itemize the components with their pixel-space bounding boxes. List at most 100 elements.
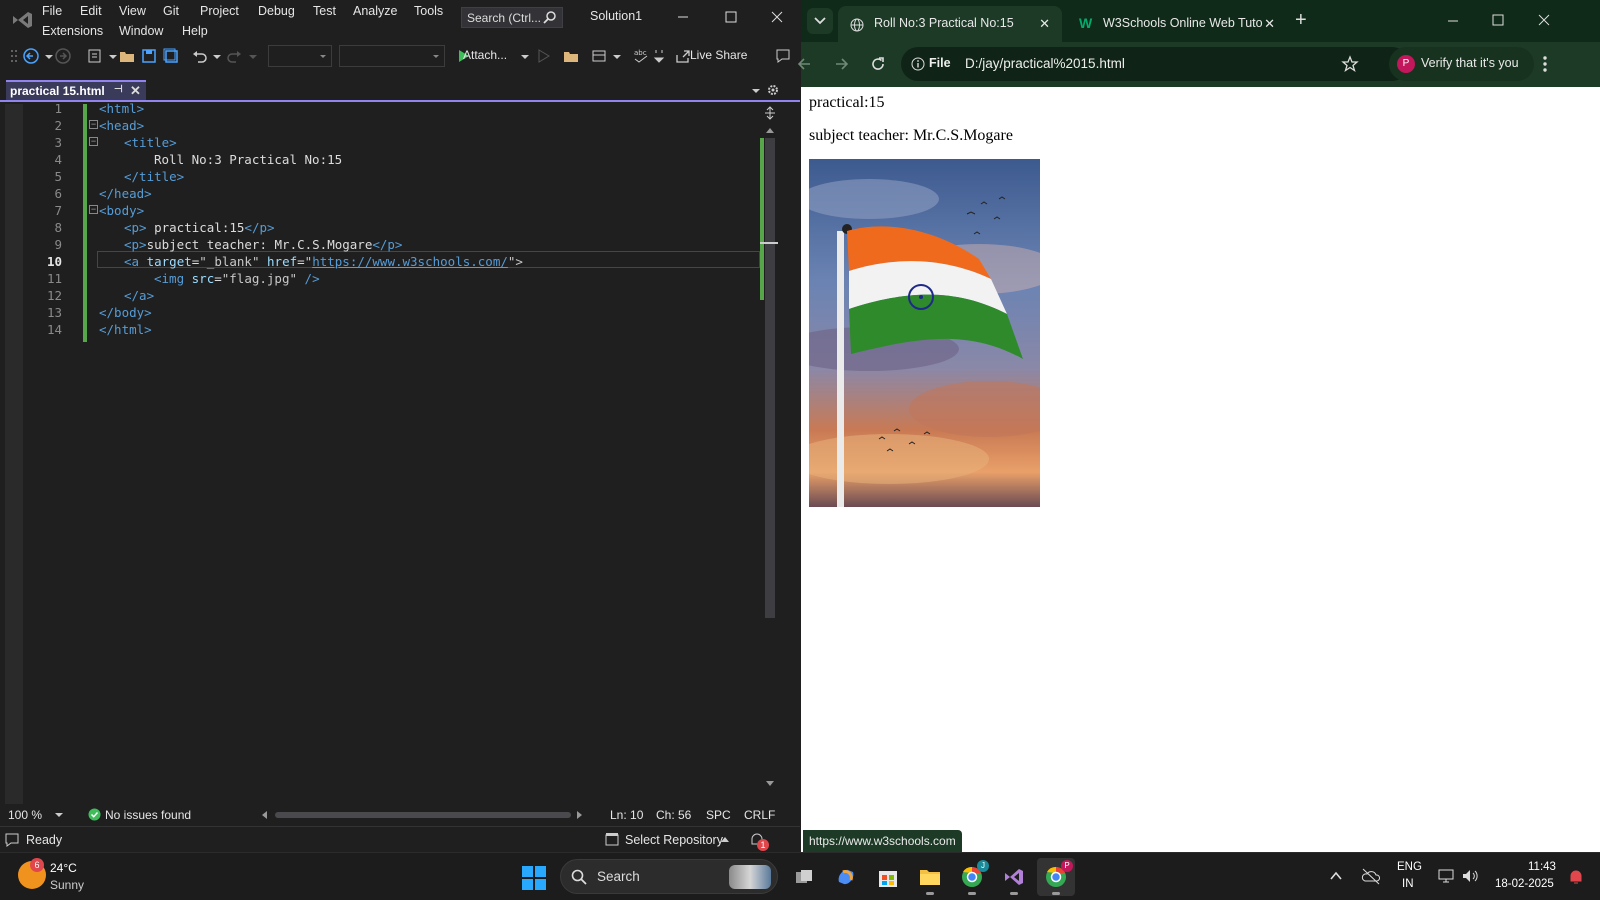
maximize-icon[interactable] [1491, 13, 1505, 27]
start-without-debug-icon[interactable] [534, 47, 552, 65]
tab-list-chevron-icon[interactable] [750, 85, 762, 97]
task-view-button[interactable] [785, 858, 823, 896]
weather-temperature[interactable]: 24°C [50, 861, 77, 875]
undo-icon[interactable] [190, 47, 208, 65]
configuration-dropdown[interactable] [268, 45, 332, 67]
menu-debug[interactable]: Debug [258, 4, 295, 18]
menu-view[interactable]: View [119, 4, 146, 18]
minimize-icon[interactable] [668, 6, 698, 28]
close-tab-icon[interactable]: ✕ [130, 83, 141, 99]
menu-extensions[interactable]: Extensions [42, 24, 103, 38]
url-scheme-chip[interactable]: File [929, 56, 951, 70]
notification-bell-icon[interactable] [1568, 868, 1584, 886]
menu-test[interactable]: Test [313, 4, 336, 18]
menu-edit[interactable]: Edit [80, 4, 102, 18]
network-icon[interactable] [1437, 867, 1455, 885]
scroll-left-icon[interactable] [260, 810, 268, 820]
save-icon[interactable] [140, 47, 158, 65]
microsoft-store-button[interactable] [869, 858, 907, 896]
url-text[interactable]: D:/jay/practical%2015.html [965, 56, 1125, 71]
pin-icon[interactable]: ⊣ [114, 84, 123, 95]
output-icon[interactable] [4, 832, 20, 848]
zoom-level[interactable]: 100 % [8, 808, 42, 822]
chevron-up-icon[interactable] [1330, 871, 1342, 881]
horizontal-scroll-thumb[interactable] [275, 812, 571, 818]
select-repository-button[interactable]: Select Repository [625, 833, 723, 847]
tab-w3schools[interactable]: W W3Schools Online Web Tutorials ✕ [1067, 6, 1287, 42]
tab-practical-15-html[interactable]: practical 15.html ⊣ ✕ [6, 80, 146, 100]
attach-button[interactable]: Attach... [463, 48, 507, 62]
issues-status[interactable]: No issues found [105, 808, 191, 822]
forward-icon[interactable] [833, 55, 851, 73]
back-icon[interactable] [795, 55, 813, 73]
overflow-chevron-icon[interactable] [650, 47, 668, 65]
spellcheck-icon[interactable]: abc [632, 47, 650, 65]
taskbar-search-box[interactable]: Search [560, 859, 778, 894]
editor-vertical-scrollbar[interactable] [760, 104, 778, 804]
close-tab-icon[interactable]: ✕ [1264, 16, 1275, 32]
chevron-up-icon[interactable] [720, 835, 730, 843]
copilot-button[interactable] [827, 858, 865, 896]
info-icon[interactable] [911, 57, 925, 71]
maximize-icon[interactable] [716, 6, 746, 28]
bookmark-star-icon[interactable] [1341, 55, 1359, 73]
chrome-profile-p-button[interactable]: P [1037, 858, 1075, 896]
save-all-icon[interactable] [162, 47, 180, 65]
chevron-down-icon[interactable] [244, 47, 262, 65]
scroll-thumb[interactable] [765, 138, 775, 618]
clock-time[interactable]: 11:43 [1528, 861, 1556, 873]
forward-navigate-icon[interactable] [54, 47, 72, 65]
folder-icon[interactable] [562, 47, 580, 65]
vs-search-box[interactable]: Search (Ctrl... [461, 7, 563, 28]
menu-project[interactable]: Project [200, 4, 239, 18]
split-editor-icon[interactable] [763, 106, 777, 120]
clock-date[interactable]: 18-02-2025 [1495, 878, 1554, 890]
scroll-down-icon[interactable] [765, 780, 775, 788]
close-tab-icon[interactable]: ✕ [1039, 16, 1050, 32]
gear-icon[interactable] [766, 83, 780, 97]
whitespace-indicator[interactable]: SPC [706, 808, 731, 822]
language-indicator-top[interactable]: ENG [1397, 861, 1422, 873]
fold-toggle-icon[interactable]: − [89, 120, 98, 129]
menu-file[interactable]: File [42, 4, 62, 18]
weather-description[interactable]: Sunny [50, 878, 84, 892]
scroll-up-icon[interactable] [765, 126, 775, 134]
chevron-down-icon[interactable] [54, 810, 64, 820]
code-editor[interactable]: 1 2 3 4 5 6 7 8 9 10 11 12 13 14 − − − <… [0, 101, 780, 804]
new-tab-icon[interactable]: + [1295, 9, 1307, 32]
flag-image-link[interactable] [779, 159, 1069, 507]
live-share-button[interactable]: Live Share [690, 48, 747, 62]
close-icon[interactable] [1537, 13, 1551, 27]
chevron-down-icon[interactable] [516, 47, 534, 65]
scroll-right-icon[interactable] [576, 810, 584, 820]
code-url-link[interactable]: https://www.w3schools.com/ [312, 254, 508, 269]
menu-git[interactable]: Git [163, 4, 179, 18]
redo-icon[interactable] [226, 47, 244, 65]
volume-icon[interactable] [1461, 867, 1479, 885]
back-navigate-icon[interactable] [22, 47, 40, 65]
file-explorer-button[interactable] [911, 858, 949, 896]
fold-toggle-icon[interactable]: − [89, 137, 98, 146]
column-indicator[interactable]: Ch: 56 [656, 808, 691, 822]
menu-help[interactable]: Help [182, 24, 208, 38]
tab-practical-15[interactable]: Roll No:3 Practical No:15 ✕ [838, 6, 1062, 42]
new-project-icon[interactable] [86, 47, 104, 65]
line-ending-indicator[interactable]: CRLF [744, 808, 775, 822]
visual-studio-taskbar-button[interactable] [995, 858, 1033, 896]
feedback-icon[interactable] [774, 47, 792, 65]
language-indicator-bottom[interactable]: IN [1402, 878, 1414, 890]
menu-tools[interactable]: Tools [414, 4, 443, 18]
more-menu-icon[interactable] [1541, 54, 1549, 74]
open-folder-icon[interactable] [118, 47, 136, 65]
fold-toggle-icon[interactable]: − [89, 205, 98, 214]
platform-dropdown[interactable] [339, 45, 445, 67]
line-indicator[interactable]: Ln: 10 [610, 808, 643, 822]
windows-start-icon[interactable] [522, 866, 546, 890]
layout-icon[interactable] [590, 47, 608, 65]
menu-window[interactable]: Window [119, 24, 163, 38]
close-icon[interactable] [762, 6, 792, 28]
verify-identity-button[interactable]: P Verify that it's you [1389, 47, 1534, 81]
chevron-down-icon[interactable] [608, 47, 626, 65]
address-bar[interactable]: File D:/jay/practical%2015.html [901, 47, 1409, 81]
chrome-profile-j-button[interactable]: J [953, 858, 991, 896]
